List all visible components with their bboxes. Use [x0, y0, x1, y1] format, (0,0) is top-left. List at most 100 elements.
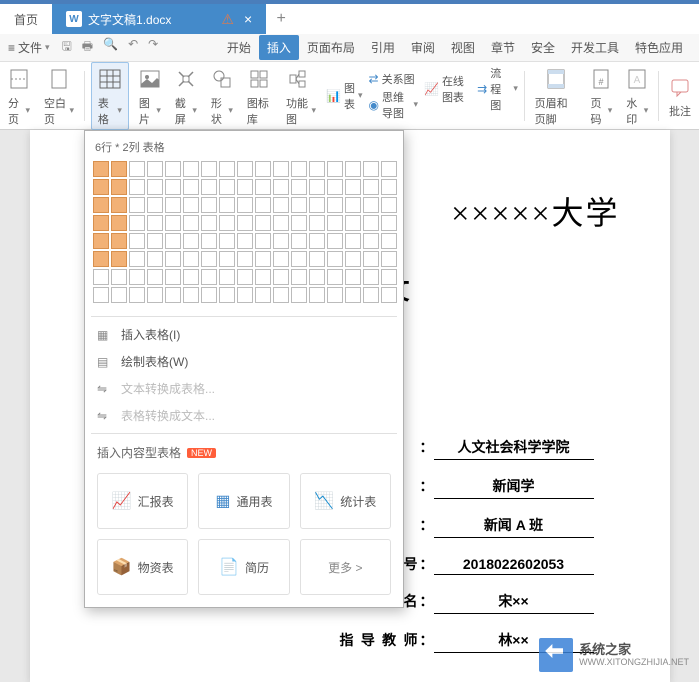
- grid-cell[interactable]: [165, 215, 181, 231]
- ribbon-blank-page[interactable]: 空白页▾: [40, 65, 78, 127]
- grid-cell[interactable]: [111, 269, 127, 285]
- grid-cell[interactable]: [291, 251, 307, 267]
- grid-cell[interactable]: [381, 287, 397, 303]
- grid-cell[interactable]: [111, 251, 127, 267]
- grid-cell[interactable]: [291, 215, 307, 231]
- grid-cell[interactable]: [183, 233, 199, 249]
- grid-cell[interactable]: [363, 251, 379, 267]
- grid-cell[interactable]: [255, 179, 271, 195]
- grid-cell[interactable]: [219, 179, 235, 195]
- grid-cell[interactable]: [201, 251, 217, 267]
- grid-cell[interactable]: [381, 269, 397, 285]
- ribbon-watermark[interactable]: A 水印▾: [622, 65, 652, 127]
- grid-cell[interactable]: [183, 161, 199, 177]
- grid-cell[interactable]: [165, 179, 181, 195]
- grid-cell[interactable]: [273, 287, 289, 303]
- card-resume[interactable]: 📄简历: [198, 539, 289, 595]
- ribbon-tab-review[interactable]: 审阅: [403, 35, 443, 60]
- file-menu[interactable]: ≡ 文件 ▾: [8, 39, 50, 56]
- grid-cell[interactable]: [183, 197, 199, 213]
- grid-cell[interactable]: [129, 287, 145, 303]
- grid-cell[interactable]: [219, 269, 235, 285]
- grid-cell[interactable]: [237, 269, 253, 285]
- grid-cell[interactable]: [93, 269, 109, 285]
- grid-cell[interactable]: [309, 161, 325, 177]
- ribbon-tab-insert[interactable]: 插入: [259, 35, 299, 60]
- grid-cell[interactable]: [93, 251, 109, 267]
- ribbon-table[interactable]: 表格▾: [91, 62, 129, 130]
- card-stats[interactable]: 📉统计表: [300, 473, 391, 529]
- grid-cell[interactable]: [237, 233, 253, 249]
- grid-cell[interactable]: [147, 233, 163, 249]
- grid-cell[interactable]: [309, 233, 325, 249]
- grid-cell[interactable]: [183, 179, 199, 195]
- grid-cell[interactable]: [327, 287, 343, 303]
- grid-cell[interactable]: [327, 233, 343, 249]
- ribbon-tab-chapter[interactable]: 章节: [483, 35, 523, 60]
- grid-cell[interactable]: [255, 269, 271, 285]
- grid-cell[interactable]: [237, 179, 253, 195]
- grid-cell[interactable]: [345, 197, 361, 213]
- grid-cell[interactable]: [345, 215, 361, 231]
- grid-cell[interactable]: [255, 287, 271, 303]
- ribbon-tab-start[interactable]: 开始: [219, 35, 259, 60]
- grid-cell[interactable]: [111, 233, 127, 249]
- ribbon-tab-view[interactable]: 视图: [443, 35, 483, 60]
- grid-cell[interactable]: [381, 197, 397, 213]
- tab-home[interactable]: 首页: [0, 4, 52, 34]
- ribbon-chart[interactable]: 📊图表▾: [326, 80, 362, 112]
- grid-cell[interactable]: [147, 161, 163, 177]
- grid-cell[interactable]: [165, 233, 181, 249]
- grid-cell[interactable]: [237, 251, 253, 267]
- add-tab-button[interactable]: +: [266, 4, 296, 34]
- grid-cell[interactable]: [291, 161, 307, 177]
- grid-cell[interactable]: [291, 197, 307, 213]
- redo-icon[interactable]: ↷: [148, 37, 158, 58]
- draw-table-item[interactable]: ▤绘制表格(W): [91, 348, 397, 375]
- card-general[interactable]: ▦通用表: [198, 473, 289, 529]
- grid-cell[interactable]: [291, 287, 307, 303]
- card-inventory[interactable]: 📦物资表: [97, 539, 188, 595]
- grid-cell[interactable]: [111, 179, 127, 195]
- grid-cell[interactable]: [147, 179, 163, 195]
- grid-cell[interactable]: [93, 179, 109, 195]
- ribbon-smartart[interactable]: 功能图▾: [282, 65, 320, 127]
- grid-cell[interactable]: [129, 179, 145, 195]
- grid-cell[interactable]: [327, 161, 343, 177]
- grid-cell[interactable]: [237, 287, 253, 303]
- grid-cell[interactable]: [345, 179, 361, 195]
- ribbon-relation[interactable]: ⇄关系图: [369, 71, 418, 87]
- grid-cell[interactable]: [183, 251, 199, 267]
- grid-cell[interactable]: [345, 269, 361, 285]
- grid-cell[interactable]: [147, 197, 163, 213]
- grid-cell[interactable]: [93, 287, 109, 303]
- grid-cell[interactable]: [273, 161, 289, 177]
- insert-table-item[interactable]: ▦插入表格(I): [91, 321, 397, 348]
- grid-cell[interactable]: [255, 215, 271, 231]
- grid-cell[interactable]: [129, 197, 145, 213]
- grid-cell[interactable]: [273, 233, 289, 249]
- grid-cell[interactable]: [183, 287, 199, 303]
- grid-cell[interactable]: [345, 161, 361, 177]
- grid-cell[interactable]: [273, 251, 289, 267]
- grid-cell[interactable]: [165, 161, 181, 177]
- grid-cell[interactable]: [93, 197, 109, 213]
- grid-cell[interactable]: [129, 161, 145, 177]
- grid-cell[interactable]: [111, 215, 127, 231]
- grid-cell[interactable]: [363, 197, 379, 213]
- ribbon-page-break[interactable]: 分页▾: [4, 65, 34, 127]
- grid-cell[interactable]: [255, 161, 271, 177]
- grid-cell[interactable]: [273, 269, 289, 285]
- card-report[interactable]: 📈汇报表: [97, 473, 188, 529]
- grid-cell[interactable]: [327, 251, 343, 267]
- grid-cell[interactable]: [381, 233, 397, 249]
- ribbon-online-chart[interactable]: 📈在线图表: [424, 73, 471, 105]
- grid-cell[interactable]: [327, 215, 343, 231]
- grid-cell[interactable]: [309, 197, 325, 213]
- grid-cell[interactable]: [309, 215, 325, 231]
- ribbon-iconlib[interactable]: 图标库: [243, 65, 276, 127]
- grid-cell[interactable]: [201, 197, 217, 213]
- grid-cell[interactable]: [363, 269, 379, 285]
- ribbon-tab-layout[interactable]: 页面布局: [299, 35, 363, 60]
- grid-cell[interactable]: [111, 161, 127, 177]
